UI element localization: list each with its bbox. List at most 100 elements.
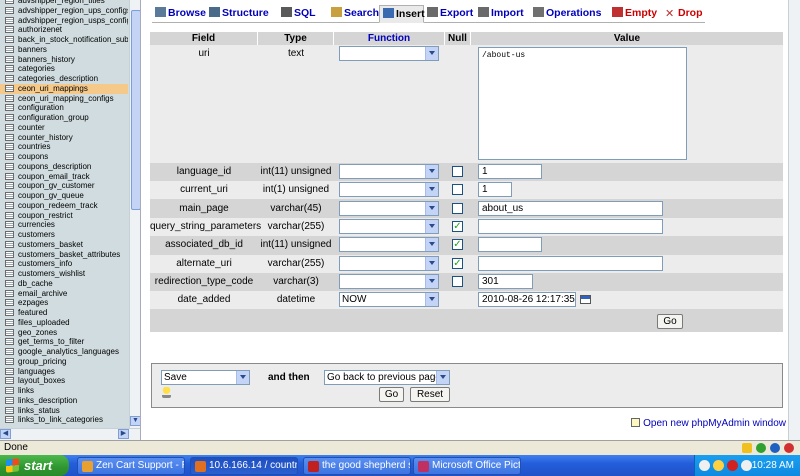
table-list-item-label[interactable]: countries bbox=[18, 142, 50, 151]
table-list-item[interactable]: files_uploaded bbox=[0, 318, 128, 328]
table-list-item[interactable]: banners bbox=[0, 45, 128, 55]
tab-browse[interactable]: Browse bbox=[152, 5, 206, 23]
table-list-item-label[interactable]: banners_history bbox=[18, 55, 75, 64]
table-list-item[interactable]: coupon_email_track bbox=[0, 172, 128, 182]
value-input[interactable]: 301 bbox=[478, 274, 533, 289]
table-list-item[interactable]: links_to_link_categories bbox=[0, 415, 128, 425]
tab-export[interactable]: Export bbox=[424, 5, 475, 23]
uri-textarea[interactable]: /about-us bbox=[478, 47, 687, 160]
table-list-item-label[interactable]: email_archive bbox=[18, 289, 67, 298]
table-list-item-label[interactable]: ceon_uri_mapping_configs bbox=[18, 94, 114, 103]
scroll-down-arrow-icon[interactable]: ▼ bbox=[130, 416, 140, 426]
table-list-item[interactable]: customers_info bbox=[0, 259, 128, 269]
table-icon[interactable] bbox=[5, 0, 14, 4]
table-list-item[interactable]: links_description bbox=[0, 396, 128, 406]
table-list-item-label[interactable]: customers_wishlist bbox=[18, 269, 85, 278]
table-list-item-label[interactable]: db_cache bbox=[18, 279, 53, 288]
table-list-item-label[interactable]: languages bbox=[18, 367, 55, 376]
table-list-item-label[interactable]: ezpages bbox=[18, 298, 48, 307]
table-list-item[interactable]: advshipper_region_usps_configs bbox=[0, 16, 128, 26]
table-list-item[interactable]: configuration_group bbox=[0, 113, 128, 123]
table-icon[interactable] bbox=[5, 309, 14, 316]
table-icon[interactable] bbox=[5, 201, 14, 209]
table-icon[interactable] bbox=[5, 143, 14, 151]
table-list-item[interactable]: coupons_description bbox=[0, 162, 128, 172]
table-list-item-label[interactable]: coupons bbox=[18, 152, 48, 161]
table-list-item[interactable]: advshipper_region_ups_configs bbox=[0, 6, 128, 16]
table-list-item-label[interactable]: advshipper_region_titles bbox=[18, 0, 105, 5]
table-icon[interactable] bbox=[5, 396, 14, 404]
sidebar-horizontal-scrollbar[interactable]: ◀ ▶ bbox=[0, 428, 140, 440]
function-select[interactable] bbox=[339, 164, 439, 179]
bottom-go-button[interactable]: Go bbox=[379, 387, 404, 402]
table-list-item-label[interactable]: featured bbox=[18, 308, 47, 317]
table-icon[interactable] bbox=[5, 270, 14, 277]
table-list-item-label[interactable]: get_terms_to_filter bbox=[18, 337, 84, 346]
function-select[interactable] bbox=[339, 219, 439, 234]
table-list-item[interactable]: coupon_restrict bbox=[0, 211, 128, 221]
tray-security-icon[interactable] bbox=[713, 460, 724, 471]
table-icon[interactable] bbox=[5, 416, 14, 424]
table-icon[interactable] bbox=[5, 16, 14, 24]
table-icon[interactable] bbox=[5, 55, 14, 63]
tab-insert[interactable]: Insert bbox=[379, 5, 425, 23]
table-list-item-label[interactable]: currencies bbox=[18, 220, 55, 229]
table-list-item[interactable]: google_analytics_languages bbox=[0, 347, 128, 357]
table-icon[interactable] bbox=[5, 94, 14, 102]
table-list-item-label[interactable]: counter bbox=[18, 123, 45, 132]
table-list-item-label[interactable]: advshipper_region_usps_configs bbox=[18, 16, 128, 25]
taskbar-task[interactable]: Zen Cart Support - R... bbox=[77, 457, 185, 475]
table-icon[interactable] bbox=[5, 299, 14, 307]
table-list-item-label[interactable]: google_analytics_languages bbox=[18, 347, 119, 356]
table-icon[interactable] bbox=[5, 162, 14, 170]
table-icon[interactable] bbox=[5, 328, 14, 336]
function-select[interactable] bbox=[339, 256, 439, 271]
table-list-item[interactable]: currencies bbox=[0, 220, 128, 230]
table-list-item[interactable]: coupon_gv_customer bbox=[0, 181, 128, 191]
function-select[interactable] bbox=[339, 237, 439, 252]
table-icon[interactable] bbox=[5, 348, 14, 355]
table-icon[interactable] bbox=[5, 172, 14, 180]
table-list-item-label[interactable]: layout_boxes bbox=[18, 376, 65, 385]
table-icon[interactable] bbox=[5, 250, 14, 258]
tab-empty[interactable]: Empty bbox=[609, 5, 662, 23]
tray-network-icon[interactable] bbox=[699, 460, 710, 471]
reset-button[interactable]: Reset bbox=[410, 387, 450, 402]
table-list-item-label[interactable]: coupon_gv_queue bbox=[18, 191, 84, 200]
null-checkbox[interactable]: ✓ bbox=[452, 221, 463, 232]
null-checkbox[interactable] bbox=[452, 184, 463, 195]
table-list-item[interactable]: links_status bbox=[0, 406, 128, 416]
table-list-item[interactable]: customers_wishlist bbox=[0, 269, 128, 279]
open-new-window-link[interactable]: Open new phpMyAdmin window bbox=[631, 418, 786, 429]
table-icon[interactable] bbox=[5, 221, 14, 229]
table-list-item-label[interactable]: group_pricing bbox=[18, 357, 66, 366]
action-select[interactable]: Save bbox=[161, 370, 250, 385]
table-icon[interactable] bbox=[5, 192, 14, 199]
table-list-item[interactable]: ceon_uri_mapping_configs bbox=[0, 94, 128, 104]
table-list-item[interactable]: configuration bbox=[0, 103, 128, 113]
null-checkbox[interactable] bbox=[452, 166, 463, 177]
table-list-item[interactable]: counter bbox=[0, 123, 128, 133]
function-select[interactable] bbox=[339, 201, 439, 216]
table-icon[interactable] bbox=[5, 6, 14, 14]
table-icon[interactable] bbox=[5, 153, 14, 160]
scroll-right-arrow-icon[interactable]: ▶ bbox=[118, 429, 129, 439]
table-list-item-label[interactable]: advshipper_region_ups_configs bbox=[18, 6, 128, 15]
table-list-item-label[interactable]: ceon_uri_mappings bbox=[18, 84, 88, 93]
table-list-item-label[interactable]: customers bbox=[18, 230, 55, 239]
table-list-item[interactable]: customers_basket_attributes bbox=[0, 250, 128, 260]
function-select[interactable] bbox=[339, 274, 439, 289]
table-list-item[interactable]: links bbox=[0, 386, 128, 396]
start-button[interactable]: start bbox=[0, 455, 69, 476]
taskbar-task[interactable]: Microsoft Office Pictu... bbox=[413, 457, 521, 475]
main-vertical-scrollbar[interactable] bbox=[788, 0, 800, 440]
table-list-item-label[interactable]: coupon_gv_customer bbox=[18, 181, 95, 190]
table-list-item-label[interactable]: coupon_restrict bbox=[18, 211, 73, 220]
table-list-item-label[interactable]: coupon_email_track bbox=[18, 172, 90, 181]
null-checkbox[interactable] bbox=[452, 276, 463, 287]
table-list-item[interactable]: layout_boxes bbox=[0, 376, 128, 386]
table-list-item[interactable]: countries bbox=[0, 142, 128, 152]
table-icon[interactable] bbox=[5, 279, 14, 287]
tab-drop[interactable]: ✕ Drop bbox=[662, 5, 705, 23]
go-button[interactable]: Go bbox=[657, 314, 683, 329]
